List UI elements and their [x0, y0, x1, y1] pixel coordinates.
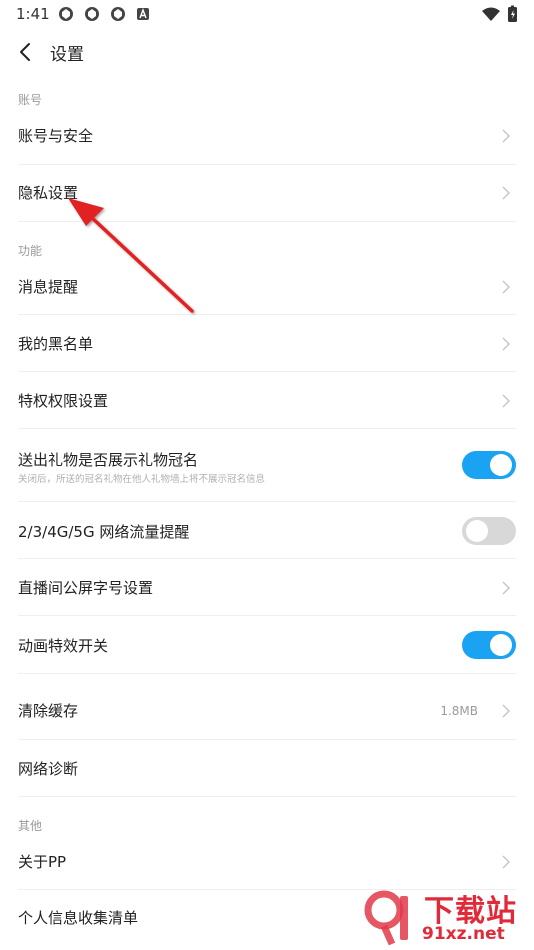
item-label: 特权权限设置	[18, 392, 109, 410]
status-bar: 1:41	[0, 0, 534, 30]
chevron-right-icon	[502, 581, 510, 595]
settings-item-notifications[interactable]: 消息提醒	[18, 258, 516, 315]
section-label-account: 账号	[18, 93, 43, 107]
gift-title-toggle[interactable]	[462, 451, 516, 479]
header: 设置	[0, 32, 534, 72]
chevron-right-icon	[502, 855, 510, 869]
animation-toggle[interactable]	[462, 631, 516, 659]
settings-item-account-security[interactable]: 账号与安全	[18, 108, 516, 165]
a-letter-notification-icon	[137, 8, 149, 20]
toggle-knob	[466, 520, 488, 542]
section-label-other: 其他	[18, 819, 43, 833]
item-label: 送出礼物是否展示礼物冠名	[18, 451, 199, 469]
settings-item-about[interactable]: 关于PP	[18, 834, 516, 890]
item-label: 个人信息收集清单	[18, 909, 139, 927]
item-label: 隐私设置	[18, 184, 79, 202]
watermark-logo-icon	[364, 890, 408, 946]
wifi-battery-icon	[482, 5, 517, 22]
toggle-knob	[490, 634, 512, 656]
item-label: 消息提醒	[18, 278, 79, 296]
toggle-knob	[490, 454, 512, 476]
app-notification-icon	[111, 7, 125, 21]
chevron-right-icon	[502, 394, 510, 408]
settings-item-diagnosis[interactable]: 网络诊断	[18, 740, 516, 797]
chevron-right-icon	[502, 337, 510, 351]
status-time: 1:41	[16, 5, 50, 23]
chevron-right-icon	[502, 129, 510, 143]
settings-item-privacy[interactable]: 隐私设置	[18, 165, 516, 222]
settings-item-blacklist[interactable]: 我的黑名单	[18, 315, 516, 372]
settings-item-animation: 动画特效开关	[18, 616, 516, 674]
settings-item-traffic-alert: 2/3/4G/5G 网络流量提醒	[18, 502, 516, 559]
item-label: 清除缓存	[18, 702, 79, 720]
item-label: 网络诊断	[18, 760, 79, 778]
settings-item-privilege[interactable]: 特权权限设置	[18, 372, 516, 429]
page-title: 设置	[50, 45, 84, 65]
item-label: 2/3/4G/5G 网络流量提醒	[18, 523, 190, 541]
settings-item-font-size[interactable]: 直播间公屏字号设置	[18, 559, 516, 616]
chevron-right-icon	[502, 704, 510, 718]
item-label: 我的黑名单	[18, 335, 94, 353]
chevron-right-icon	[502, 280, 510, 294]
app-notification-icon	[59, 7, 73, 21]
item-label: 账号与安全	[18, 127, 94, 145]
traffic-alert-toggle[interactable]	[462, 517, 516, 545]
watermark-url: 91xz.net	[422, 924, 505, 944]
item-label: 关于PP	[18, 853, 67, 871]
chevron-right-icon	[502, 186, 510, 200]
item-description: 关闭后，所送的冠名礼物在他人礼物墙上将不展示冠名信息	[18, 474, 266, 485]
settings-item-clear-cache[interactable]: 清除缓存 1.8MB	[18, 674, 516, 740]
app-notification-icon	[85, 7, 99, 21]
item-label: 直播间公屏字号设置	[18, 579, 154, 597]
back-arrow-icon[interactable]	[12, 38, 40, 66]
section-label-features: 功能	[18, 244, 43, 258]
item-label: 动画特效开关	[18, 637, 109, 655]
settings-item-gift-title: 送出礼物是否展示礼物冠名 关闭后，所送的冠名礼物在他人礼物墙上将不展示冠名信息	[18, 429, 516, 502]
cache-size-value: 1.8MB	[440, 704, 478, 718]
site-watermark: 下载站 91xz.net	[362, 886, 530, 948]
